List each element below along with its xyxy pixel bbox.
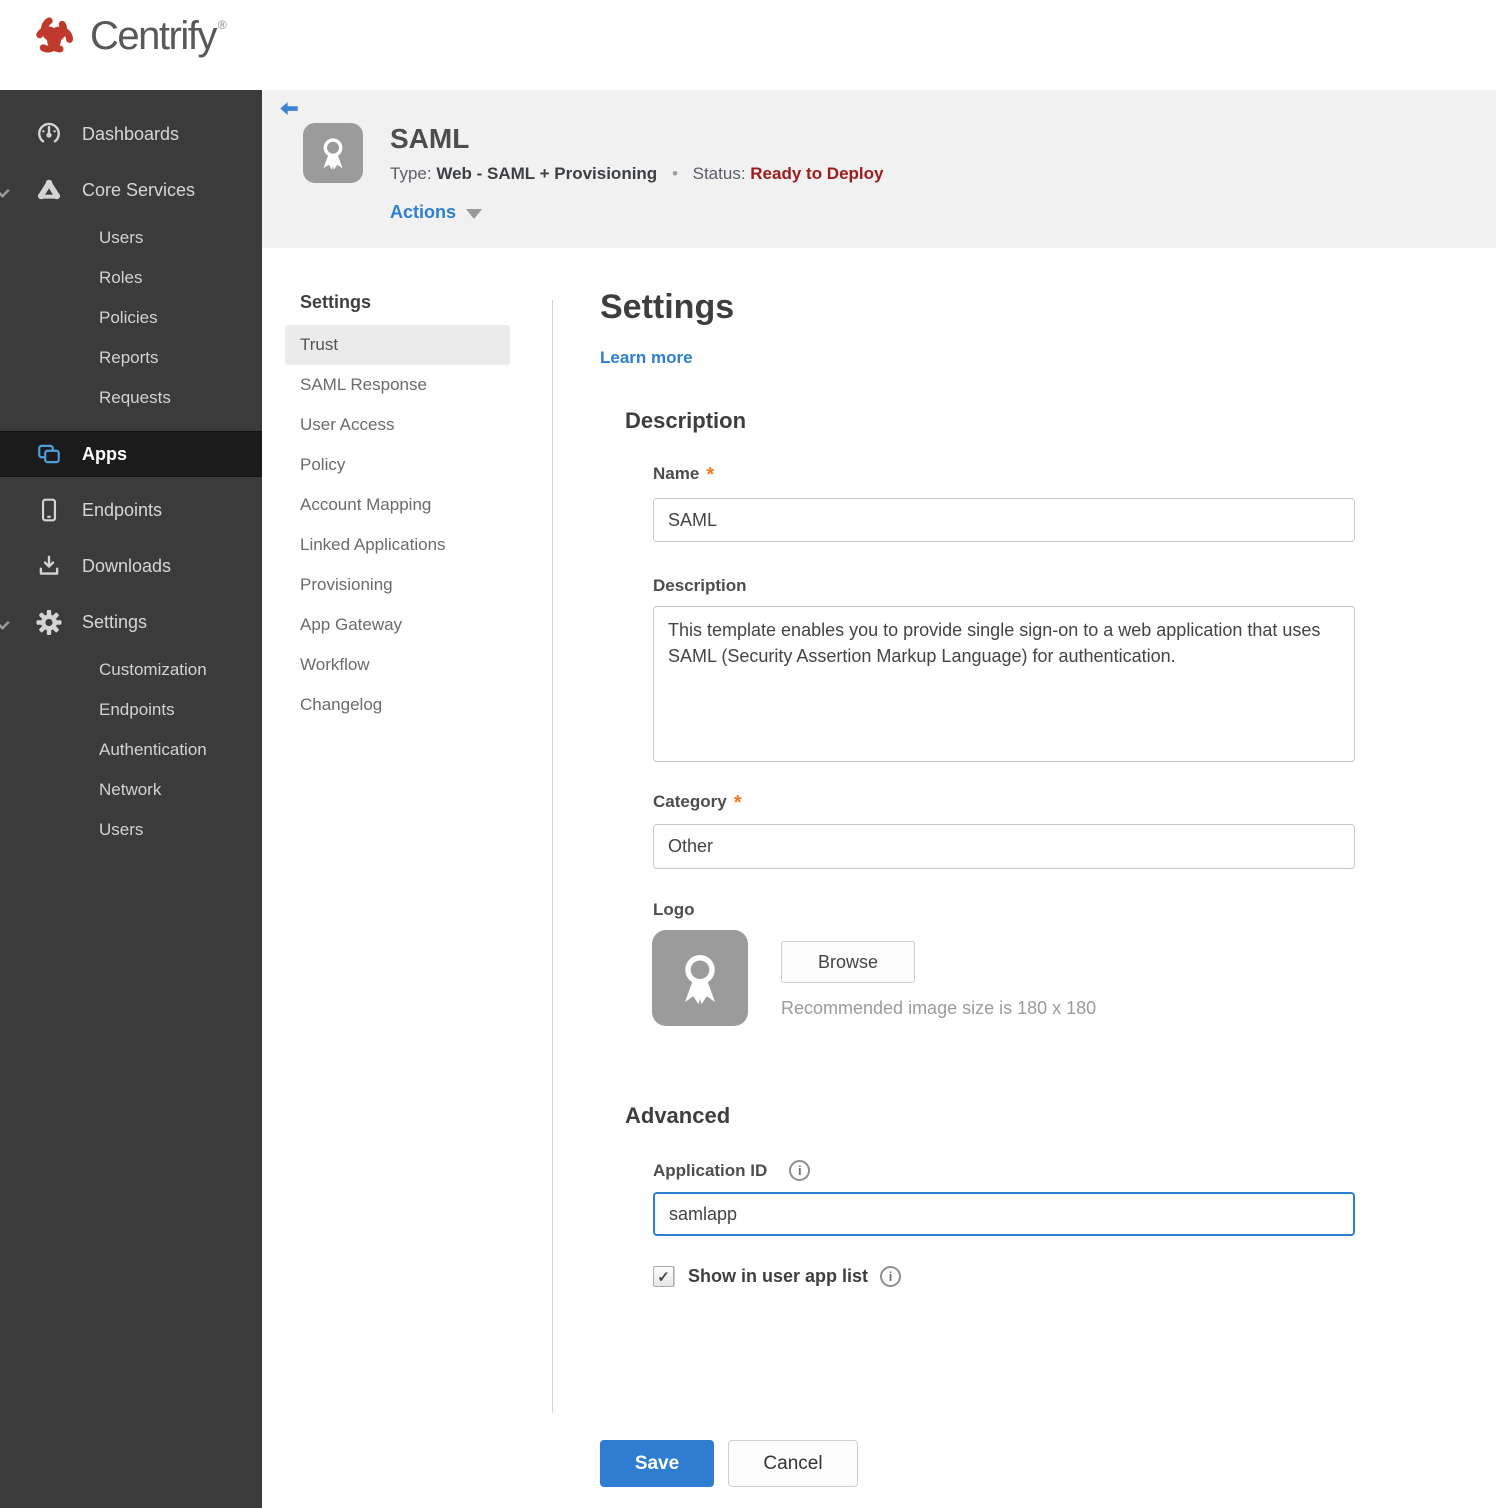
brand-wordmark: Centrify xyxy=(90,14,217,58)
download-icon xyxy=(36,553,62,579)
back-arrow-icon[interactable] xyxy=(278,98,300,120)
sidebar-item-downloads[interactable]: Downloads xyxy=(0,538,262,594)
subnav-item-trust[interactable]: Trust xyxy=(285,325,510,365)
subnav-item-policy[interactable]: Policy xyxy=(262,445,552,485)
sidebar-item-apps[interactable]: Apps xyxy=(0,431,262,477)
page-title: Settings xyxy=(600,288,735,326)
show-in-user-app-list-label: Show in user app list xyxy=(688,1266,869,1286)
description-field[interactable]: This template enables you to provide sin… xyxy=(653,606,1355,762)
name-field[interactable] xyxy=(653,498,1355,542)
subnav-item-linked-applications[interactable]: Linked Applications xyxy=(262,525,552,565)
page: Centrify ® Dashboards Core Services User… xyxy=(0,0,1496,1508)
description-label: Description xyxy=(653,576,747,595)
learn-more-link[interactable]: Learn more xyxy=(600,348,693,368)
centrify-brand: Centrify ® xyxy=(28,6,227,66)
sidebar-item-customization[interactable]: Customization xyxy=(0,650,262,690)
subnav-item-user-access[interactable]: User Access xyxy=(262,405,552,445)
sidebar-item-endpoints[interactable]: Endpoints xyxy=(0,482,262,538)
meta-separator: • xyxy=(671,164,678,183)
content-divider xyxy=(552,300,553,1413)
subnav-item-provisioning[interactable]: Provisioning xyxy=(262,565,552,605)
name-label: Name * xyxy=(653,464,715,486)
gear-icon xyxy=(36,609,62,635)
caret-down-icon xyxy=(466,209,483,219)
sidebar-item-settings-users[interactable]: Users xyxy=(0,810,262,850)
required-asterisk: * xyxy=(733,792,742,814)
show-in-user-app-list-row: ✓ Show in user app list i xyxy=(653,1266,902,1287)
subnav-item-changelog[interactable]: Changelog xyxy=(262,685,552,725)
award-ribbon-icon xyxy=(685,955,715,1005)
sidebar-item-settings[interactable]: Settings xyxy=(0,594,262,650)
sidebar-item-network[interactable]: Network xyxy=(0,770,262,810)
centrify-logo-icon xyxy=(36,17,73,53)
sidebar-item-requests[interactable]: Requests xyxy=(0,378,262,418)
category-field[interactable] xyxy=(653,824,1355,869)
chevron-down-icon xyxy=(0,617,10,635)
section-advanced: Advanced xyxy=(625,1103,731,1128)
subnav-item-saml-response[interactable]: SAML Response xyxy=(262,365,552,405)
settings-form: Settings Learn more Description Name* De… xyxy=(600,248,1496,1508)
status-value: Ready to Deploy xyxy=(750,164,884,183)
required-asterisk: * xyxy=(706,464,715,486)
sidebar-item-reports[interactable]: Reports xyxy=(0,338,262,378)
application-id-label: Application ID i xyxy=(653,1160,811,1181)
dashboard-gauge-icon xyxy=(36,121,62,147)
app-header: SAML Type: Web - SAML + Provisioning • S… xyxy=(262,90,1496,248)
settings-subnav: Settings Trust SAML Response User Access… xyxy=(262,248,552,725)
logo-preview xyxy=(652,930,748,1026)
logo-hint: Recommended image size is 180 x 180 xyxy=(781,998,1097,1018)
section-description: Description xyxy=(625,408,747,433)
save-button[interactable]: Save xyxy=(600,1440,714,1487)
type-label: Type: xyxy=(390,164,432,183)
show-in-user-app-list-checkbox[interactable]: ✓ xyxy=(653,1266,674,1287)
app-title: SAML xyxy=(390,123,470,154)
info-icon[interactable]: i xyxy=(880,1266,902,1287)
app-meta: Type: Web - SAML + Provisioning • Status… xyxy=(390,164,883,184)
subnav-item-workflow[interactable]: Workflow xyxy=(262,645,552,685)
app-logo-badge xyxy=(303,123,363,183)
logo-label: Logo xyxy=(653,900,695,919)
sidebar: Dashboards Core Services Users Roles Pol… xyxy=(0,90,262,1508)
browse-button[interactable]: Browse xyxy=(781,941,915,983)
sidebar-item-core-users[interactable]: Users xyxy=(0,218,262,258)
form-buttons: Save Cancel xyxy=(600,1440,858,1487)
type-value: Web - SAML + Provisioning xyxy=(436,164,658,183)
cancel-button[interactable]: Cancel xyxy=(728,1440,858,1487)
status-label: Status: xyxy=(692,164,746,183)
sidebar-item-roles[interactable]: Roles xyxy=(0,258,262,298)
top-bar: Centrify ® xyxy=(0,0,1496,90)
subnav-item-account-mapping[interactable]: Account Mapping xyxy=(262,485,552,525)
award-ribbon-icon xyxy=(323,138,343,170)
sidebar-item-core-services[interactable]: Core Services xyxy=(0,162,262,218)
category-label: Category * xyxy=(653,792,742,814)
endpoint-phone-icon xyxy=(36,497,62,523)
sidebar-item-policies[interactable]: Policies xyxy=(0,298,262,338)
chevron-down-icon xyxy=(0,185,10,203)
sidebar-item-authentication[interactable]: Authentication xyxy=(0,730,262,770)
subnav-item-app-gateway[interactable]: App Gateway xyxy=(262,605,552,645)
core-services-icon xyxy=(36,177,62,203)
application-id-field[interactable] xyxy=(653,1192,1355,1236)
apps-icon xyxy=(36,441,62,467)
subnav-heading: Settings xyxy=(300,292,372,312)
sidebar-item-dashboards[interactable]: Dashboards xyxy=(0,106,262,162)
sidebar-item-settings-endpoints[interactable]: Endpoints xyxy=(0,690,262,730)
registered-mark: ® xyxy=(217,18,227,32)
actions-menu-button[interactable]: Actions xyxy=(390,202,483,223)
info-icon[interactable]: i xyxy=(789,1160,811,1181)
